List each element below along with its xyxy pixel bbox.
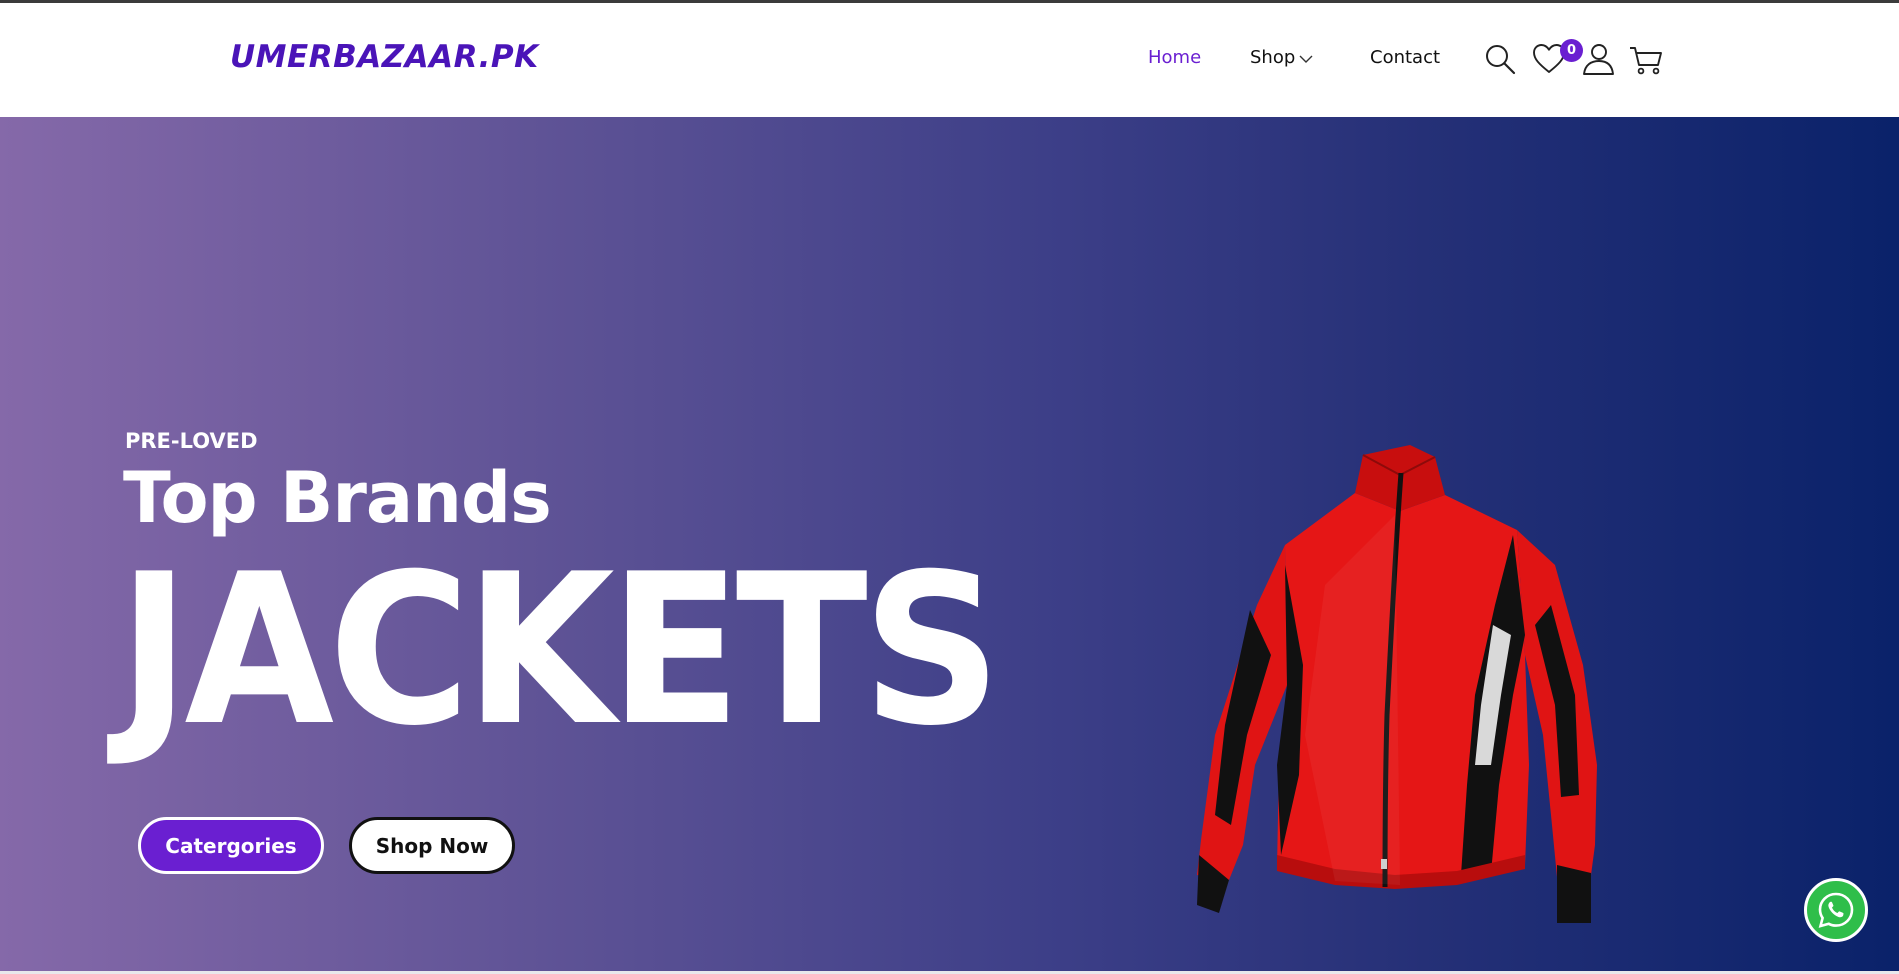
nav-shop-link[interactable]: Shop: [1250, 47, 1313, 69]
nav-home-link[interactable]: Home: [1148, 47, 1201, 68]
nav-shop-label: Shop: [1250, 47, 1296, 68]
site-header: UMERBAZAAR.PK Home Shop Contact 0: [0, 3, 1899, 117]
categories-button[interactable]: Catergories: [138, 817, 324, 874]
cart-icon[interactable]: [1628, 41, 1664, 77]
shop-now-button[interactable]: Shop Now: [349, 817, 515, 874]
hero-headline: Top Brands: [123, 457, 552, 539]
hero-big-word: JACKETS: [118, 530, 1001, 772]
whatsapp-chat-button[interactable]: [1804, 878, 1868, 942]
site-logo[interactable]: UMERBAZAAR.PK: [230, 39, 539, 75]
jacket-product-image: [1195, 435, 1615, 925]
chevron-down-icon: [1299, 48, 1313, 69]
hero-banner: PRE-LOVED Top Brands JACKETS Catergories…: [0, 117, 1899, 971]
whatsapp-icon: [1818, 892, 1854, 928]
user-icon[interactable]: [1580, 41, 1616, 77]
nav-contact-link[interactable]: Contact: [1370, 47, 1440, 68]
hero-kicker: PRE-LOVED: [125, 429, 258, 453]
search-icon[interactable]: [1482, 41, 1518, 77]
